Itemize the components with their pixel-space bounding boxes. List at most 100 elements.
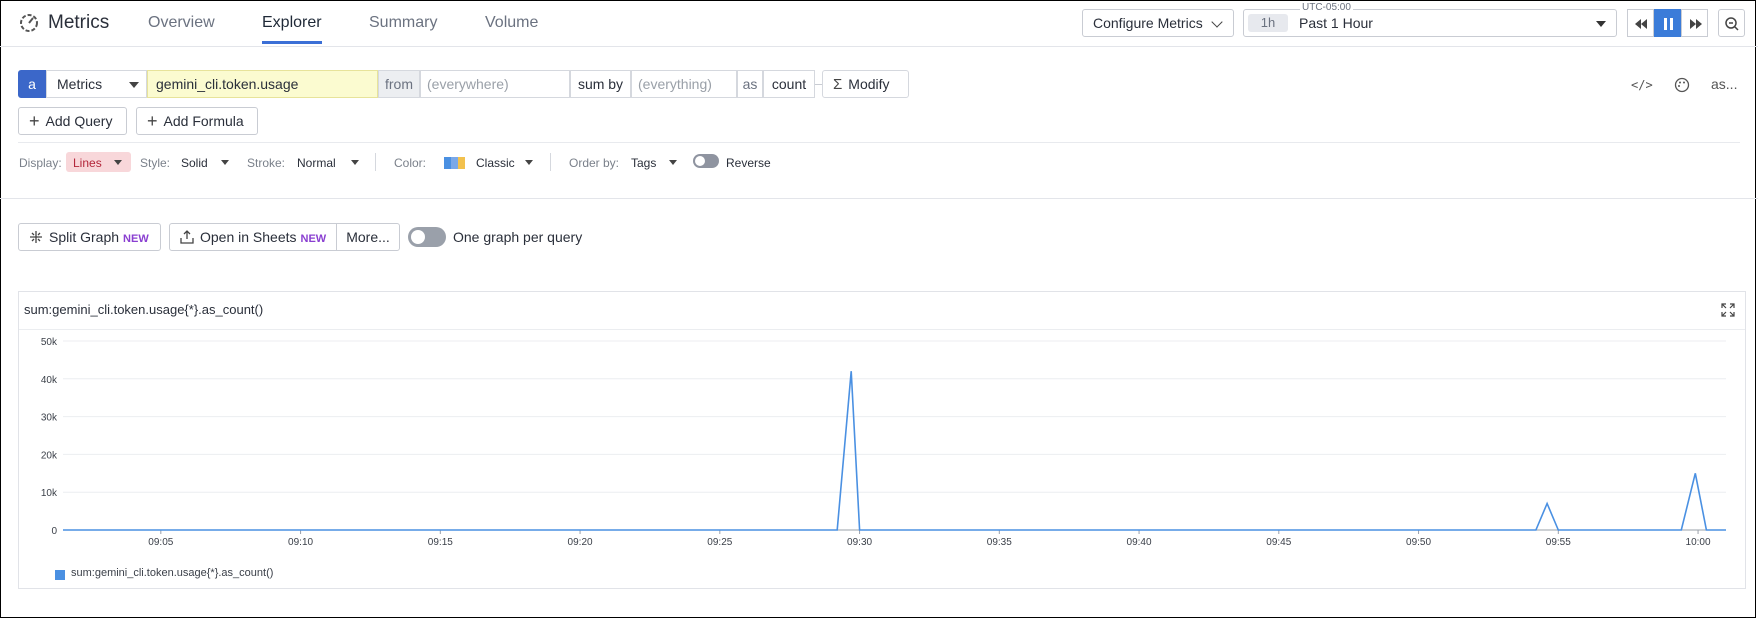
- line-chart[interactable]: 0 10k 20k 30k 40k 50k 09:05 09:10 09:15 09:20 09:2…: [19, 292, 1747, 590]
- query-source-select[interactable]: Metrics: [46, 70, 147, 98]
- swatch-yellow: [458, 157, 465, 169]
- upload-icon: [180, 230, 194, 244]
- add-query-label: Add Query: [45, 113, 113, 129]
- y-tick-label: 50k: [41, 337, 58, 348]
- reverse-label: Reverse: [726, 156, 771, 170]
- fast-forward-button[interactable]: [1681, 9, 1708, 37]
- y-tick-label: 40k: [41, 375, 58, 386]
- query-letter[interactable]: a: [18, 70, 46, 98]
- tab-overview[interactable]: Overview: [148, 14, 215, 32]
- chevron-down-icon: [1211, 16, 1223, 28]
- y-tick-label: 30k: [41, 413, 58, 424]
- y-tick-label: 0: [51, 526, 57, 537]
- metrics-logo-icon: [20, 14, 38, 32]
- top-bar: Metrics Overview Explorer Summary Volume…: [0, 0, 1758, 47]
- x-tick-label: 09:10: [288, 537, 313, 548]
- one-graph-per-query-toggle[interactable]: [408, 227, 446, 247]
- modify-button[interactable]: Σ Modify: [822, 70, 909, 98]
- configure-metrics-label: Configure Metrics: [1093, 15, 1203, 31]
- sum-by-input[interactable]: (everything): [631, 70, 737, 98]
- caret-down-icon: [669, 160, 677, 165]
- swatch-light-blue: [451, 157, 458, 169]
- x-tick-label: 09:30: [847, 537, 872, 548]
- time-range-picker[interactable]: 1h Past 1 Hour: [1243, 9, 1617, 37]
- x-tick-label: 09:40: [1127, 537, 1152, 548]
- tab-volume[interactable]: Volume: [485, 14, 538, 32]
- add-formula-label: Add Formula: [163, 113, 244, 129]
- fast-forward-icon: [1690, 19, 1702, 29]
- divider: [550, 153, 551, 171]
- caret-down-icon: [221, 160, 229, 165]
- caret-down-icon: [525, 160, 533, 165]
- x-tick-label: 09:45: [1266, 537, 1291, 548]
- modify-label: Modify: [848, 76, 890, 92]
- x-tick-label: 09:05: [148, 537, 173, 548]
- order-by-select[interactable]: Tags: [631, 156, 656, 170]
- section-divider: [0, 198, 1758, 199]
- more-button[interactable]: More...: [336, 223, 400, 251]
- time-range-badge: 1h: [1248, 14, 1288, 32]
- app-title: Metrics: [48, 12, 110, 33]
- add-formula-button[interactable]: + Add Formula: [136, 107, 258, 135]
- plus-icon: +: [147, 111, 158, 131]
- time-range-label: Past 1 Hour: [1299, 15, 1373, 31]
- reverse-toggle[interactable]: [693, 154, 719, 168]
- split-graph-label: Split Graph: [49, 229, 120, 245]
- as-overflow-label[interactable]: as...: [1711, 76, 1737, 92]
- color-label: Color:: [394, 156, 427, 170]
- color-select[interactable]: Classic: [476, 156, 515, 170]
- display-value: Lines: [73, 156, 102, 170]
- x-tick-label: 09:35: [987, 537, 1012, 548]
- display-label: Display:: [19, 156, 62, 170]
- swatch-blue: [444, 157, 451, 169]
- style-label: Style:: [140, 156, 171, 170]
- tab-explorer[interactable]: Explorer: [262, 14, 322, 32]
- legend-swatch: [55, 570, 65, 580]
- caret-down-icon: [351, 160, 359, 165]
- timezone-label: UTC-05:00: [1300, 2, 1353, 13]
- from-scope-input[interactable]: (everywhere): [420, 70, 570, 98]
- sum-by-label: sum by: [570, 70, 631, 98]
- tab-summary[interactable]: Summary: [369, 14, 437, 32]
- palette-icon[interactable]: [1674, 77, 1690, 93]
- new-badge: NEW: [300, 233, 327, 245]
- legend-label: sum:gemini_cli.token.usage{*}.as_count(): [71, 567, 274, 579]
- sigma-icon: Σ: [833, 76, 843, 93]
- as-label: as: [737, 70, 763, 98]
- split-graph-button[interactable]: Split Graph NEW: [18, 223, 161, 251]
- caret-down-icon: [1596, 21, 1606, 27]
- stroke-select[interactable]: Normal: [297, 156, 336, 170]
- caret-down-icon: [114, 160, 122, 165]
- metric-name-input[interactable]: gemini_cli.token.usage: [147, 70, 378, 98]
- query-source-label: Metrics: [57, 76, 103, 92]
- x-tick-label: 09:55: [1546, 537, 1571, 548]
- split-graph-icon: [30, 231, 42, 243]
- divider: [375, 153, 376, 171]
- divider: [18, 142, 1740, 143]
- x-tick-label: 10:00: [1686, 537, 1711, 548]
- rewind-button[interactable]: [1627, 9, 1654, 37]
- from-label: from: [378, 70, 420, 98]
- x-tick-label: 09:15: [428, 537, 453, 548]
- series-line[interactable]: [63, 371, 1726, 531]
- zoom-out-icon: [1725, 17, 1739, 31]
- active-tab-indicator: [262, 41, 322, 44]
- y-tick-label: 20k: [41, 450, 58, 461]
- add-query-button[interactable]: + Add Query: [18, 107, 127, 135]
- rewind-icon: [1635, 19, 1647, 29]
- order-by-label: Order by:: [569, 156, 620, 170]
- new-badge: NEW: [123, 233, 149, 245]
- x-tick-label: 09:25: [707, 537, 732, 548]
- x-tick-label: 09:20: [568, 537, 593, 548]
- pause-button[interactable]: [1654, 9, 1681, 37]
- style-select[interactable]: Solid: [181, 156, 208, 170]
- configure-metrics-button[interactable]: Configure Metrics: [1082, 9, 1234, 37]
- color-palette-swatch: [444, 156, 466, 169]
- stroke-label: Stroke:: [247, 156, 286, 170]
- as-count-select[interactable]: count: [763, 70, 815, 98]
- open-in-sheets-button[interactable]: Open in Sheets NEW: [169, 223, 337, 251]
- code-icon[interactable]: </>: [1631, 78, 1653, 92]
- connector-line: [815, 84, 822, 85]
- chart-panel: sum:gemini_cli.token.usage{*}.as_count()…: [18, 291, 1746, 589]
- zoom-out-button[interactable]: [1718, 9, 1745, 37]
